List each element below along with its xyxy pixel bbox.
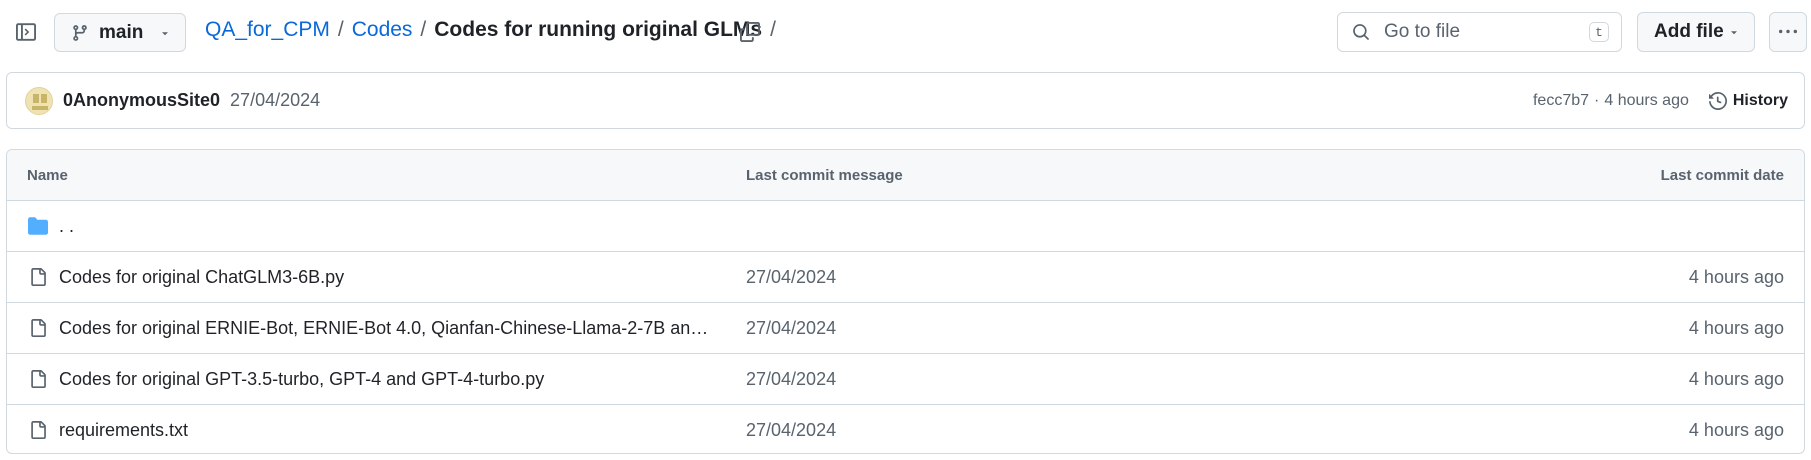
commit-time: 4 hours ago [1604,91,1689,109]
commit-date: 4 hours ago [1688,318,1784,338]
branch-icon [73,24,87,41]
table-row[interactable]: Codes for original ChatGLM3-6B.py 27/04/… [7,252,1804,303]
breadcrumb-separator: / [337,18,344,41]
breadcrumb: QA_for_CPM / Codes / Codes for running o… [205,18,784,42]
add-file-button[interactable]: Add file [1637,12,1755,52]
file-table: Name Last commit message Last commit dat… [6,149,1805,454]
branch-label: main [99,21,144,43]
table-row[interactable]: Codes for original GPT-3.5-turbo, GPT-4 … [7,354,1804,405]
repo-header: main QA_for_CPM / Codes / Codes for runn… [0,0,1811,66]
more-options-button[interactable] [1769,12,1807,52]
keyboard-shortcut-hint: t [1589,22,1609,42]
commit-sha-link[interactable]: fecc7b7 [1533,92,1589,110]
file-name-link[interactable]: requirements.txt [59,420,709,441]
history-label: History [1732,91,1788,109]
parent-directory-link[interactable]: . . [59,216,709,237]
commit-meta: fecc7b7 · 4 hours ago History [1533,92,1788,110]
go-to-file-field[interactable]: t [1337,12,1622,52]
breadcrumb-separator: / [770,18,776,41]
breadcrumb-current-folder: Codes for running original GLMs [434,18,763,41]
breadcrumb-folder-link[interactable]: Codes [352,18,413,42]
caret-down-icon [162,31,168,35]
file-name-link[interactable]: Codes for original GPT-3.5-turbo, GPT-4 … [59,369,709,390]
table-row[interactable]: Codes for original ERNIE-Bot, ERNIE-Bot … [7,303,1804,354]
commit-message-link[interactable]: 27/04/2024 [746,267,836,288]
file-icon [27,266,49,288]
table-row[interactable]: requirements.txt 27/04/2024 4 hours ago [7,405,1804,453]
file-name-link[interactable]: Codes for original ChatGLM3-6B.py [59,267,709,288]
meta-separator: · [1594,91,1600,109]
table-header: Name Last commit message Last commit dat… [7,150,1804,201]
latest-commit-bar: 0AnonymousSite0 27/04/2024 fecc7b7 · 4 h… [6,72,1805,129]
breadcrumb-repo-link[interactable]: QA_for_CPM [205,18,330,42]
commit-message-link[interactable]: 27/04/2024 [230,90,320,111]
file-name-link[interactable]: Codes for original ERNIE-Bot, ERNIE-Bot … [59,318,709,339]
commit-author-link[interactable]: 0AnonymousSite0 [63,90,220,111]
column-header-date: Last commit date [1660,167,1784,184]
copy-path-button[interactable] [734,16,766,48]
file-icon [27,368,49,390]
search-icon [1353,24,1369,40]
file-icon [27,317,49,339]
copy-icon [740,22,760,42]
go-to-file-input[interactable] [1382,20,1572,44]
commit-message-link[interactable]: 27/04/2024 [746,318,836,339]
column-header-message: Last commit message [746,167,903,184]
history-icon [1708,91,1727,110]
avatar[interactable] [25,86,53,115]
kebab-icon [1779,29,1797,34]
commit-message-link[interactable]: 27/04/2024 [746,369,836,390]
history-button[interactable]: History [1708,91,1788,110]
commit-date: 4 hours ago [1688,369,1784,389]
folder-icon [27,215,49,237]
sidebar-toggle-icon [16,23,36,41]
add-file-label: Add file [1654,21,1724,42]
parent-directory-row[interactable]: . . [7,201,1804,252]
commit-date: 4 hours ago [1688,267,1784,287]
breadcrumb-separator: / [420,18,427,41]
caret-down-icon [1731,31,1737,35]
branch-selector-button[interactable]: main [54,13,186,52]
sidebar-toggle-button[interactable] [10,16,42,48]
file-icon [27,419,49,441]
commit-date: 4 hours ago [1688,420,1784,440]
column-header-name: Name [27,167,68,184]
commit-message-link[interactable]: 27/04/2024 [746,420,836,441]
